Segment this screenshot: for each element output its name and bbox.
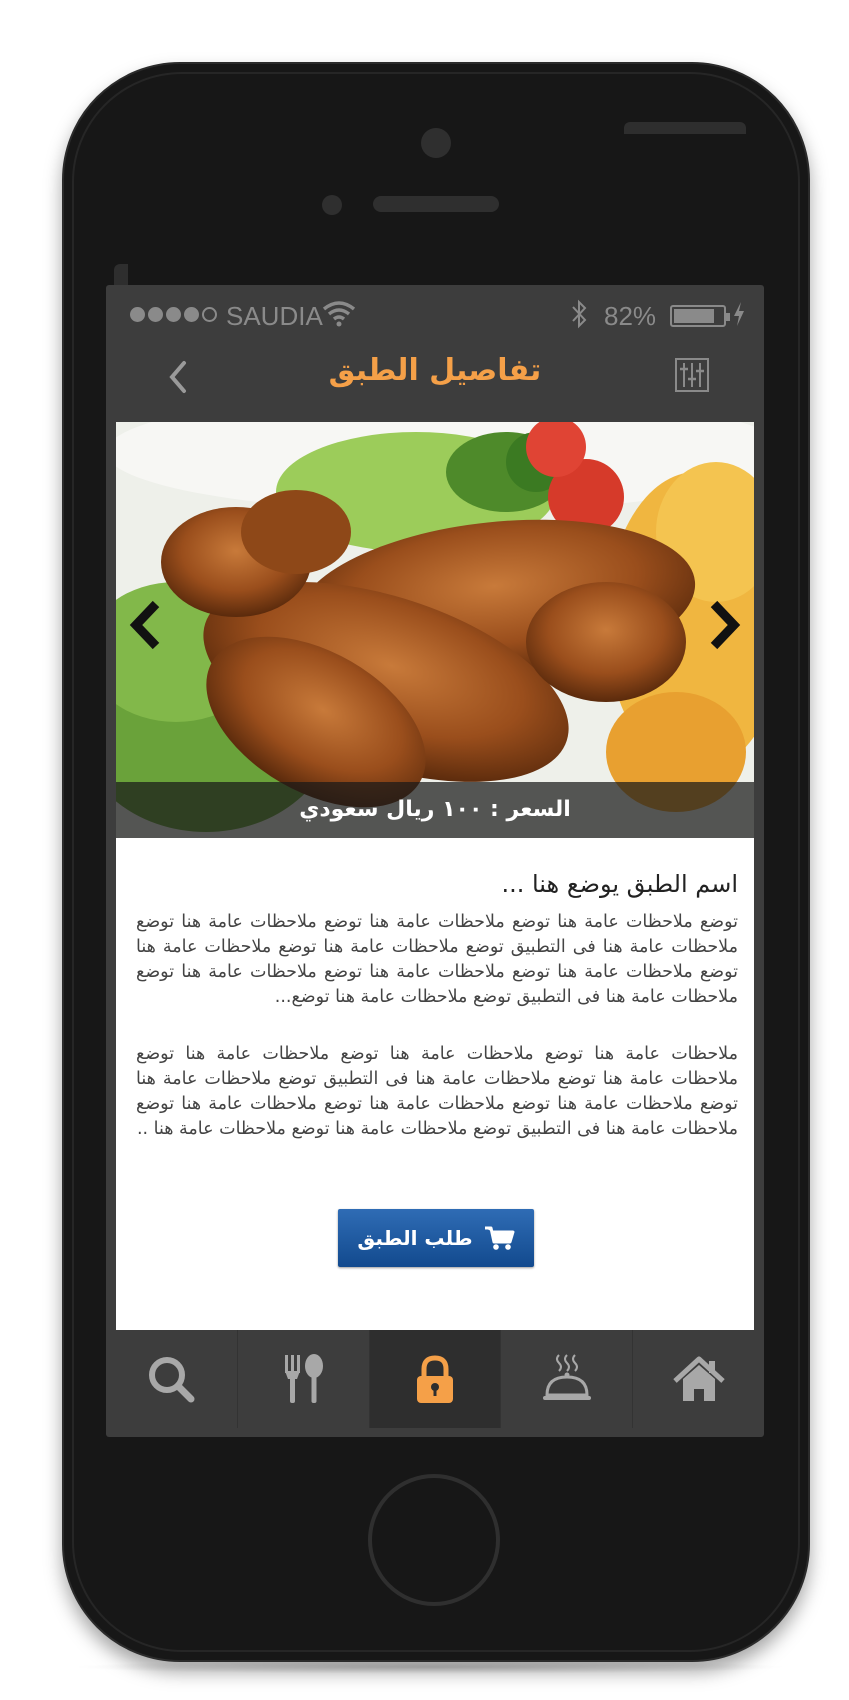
signal-strength-icon bbox=[130, 307, 217, 322]
fork-spoon-icon bbox=[285, 1354, 324, 1403]
earpiece-speaker bbox=[373, 196, 499, 212]
dish-image-gallery[interactable]: السعر : ١٠٠ ريال سعودي bbox=[116, 422, 754, 838]
tab-search[interactable] bbox=[106, 1330, 238, 1428]
chevron-left-icon[interactable] bbox=[128, 598, 164, 652]
search-icon bbox=[149, 1357, 195, 1403]
tab-home[interactable] bbox=[633, 1330, 764, 1428]
sliders-icon[interactable] bbox=[674, 357, 710, 393]
tab-menu[interactable] bbox=[238, 1330, 370, 1428]
carrier-name: SAUDIA bbox=[226, 301, 323, 331]
status-bar: SAUDIA 82% bbox=[106, 285, 764, 345]
battery-icon bbox=[670, 305, 730, 327]
dish-name: اسم الطبق يوضع هنا ... bbox=[501, 870, 738, 898]
front-camera bbox=[421, 128, 451, 158]
tab-dishes[interactable] bbox=[501, 1330, 634, 1428]
serving-dish-icon bbox=[542, 1354, 591, 1400]
power-button bbox=[624, 122, 746, 134]
order-button-label: طلب الطبق bbox=[357, 1226, 473, 1250]
battery-percent: 82% bbox=[604, 301, 657, 331]
bluetooth-icon bbox=[572, 299, 587, 329]
proximity-sensor bbox=[322, 195, 342, 215]
chevron-left-icon[interactable] bbox=[162, 357, 194, 397]
page-title: تفاصيل الطبق bbox=[328, 353, 542, 388]
navigation-bar: تفاصيل الطبق bbox=[106, 345, 764, 407]
phone-shadow bbox=[70, 1660, 790, 1674]
dish-description: ملاحظات عامة هنا توضع ملاحظات عامة هنا ت… bbox=[136, 1044, 738, 1139]
bottom-tab-bar bbox=[106, 1330, 764, 1428]
dish-description: توضع ملاحظات عامة هنا توضع ملاحظات عامة … bbox=[136, 912, 738, 1007]
dish-details-content: السعر : ١٠٠ ريال سعودي اسم الطبق يوضع هن… bbox=[116, 422, 754, 1330]
dish-photo bbox=[116, 422, 754, 838]
order-dish-button[interactable]: طلب الطبق bbox=[338, 1209, 534, 1267]
phone-screen: SAUDIA 82% تفاصيل الطبق السعر: ١٠٠ ريال… bbox=[106, 285, 764, 1437]
lock-icon bbox=[416, 1355, 453, 1403]
home-icon bbox=[672, 1356, 725, 1401]
home-button[interactable] bbox=[368, 1474, 500, 1606]
charging-bolt-icon bbox=[734, 302, 744, 326]
chevron-right-icon[interactable] bbox=[706, 598, 742, 652]
price-label: السعر : ١٠٠ ريال سعودي bbox=[116, 782, 754, 838]
cart-icon bbox=[484, 1226, 515, 1250]
wifi-icon bbox=[322, 301, 356, 327]
tab-account[interactable] bbox=[369, 1330, 502, 1428]
